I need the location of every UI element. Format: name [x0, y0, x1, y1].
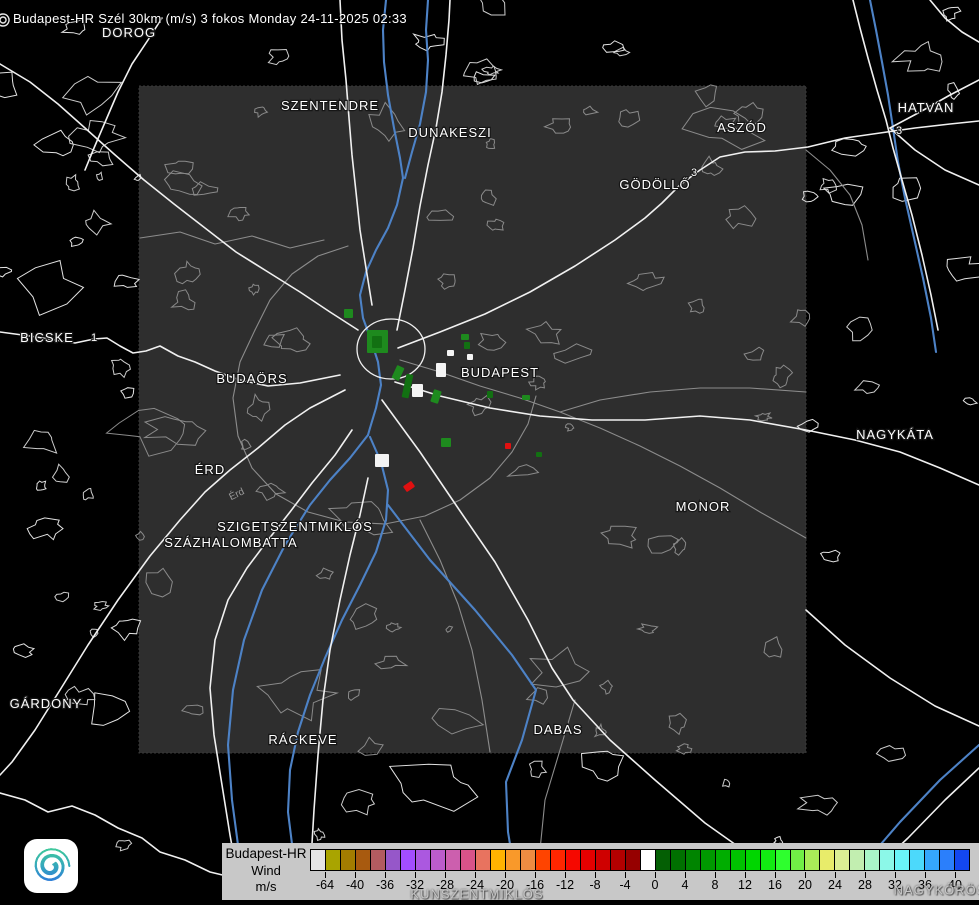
- legend-color-cell: [461, 850, 476, 870]
- city-label-dabas: DABAS: [533, 722, 582, 737]
- legend-color-cell: [880, 850, 895, 870]
- legend-color-cell: [940, 850, 955, 870]
- radar-echo: [487, 391, 493, 398]
- rainviewer-logo[interactable]: [24, 839, 78, 893]
- legend-color-cell: [731, 850, 746, 870]
- radar-echo: [441, 438, 451, 447]
- city-label-gárdony: GÁRDONY: [10, 696, 83, 711]
- city-label-dorog: DOROG: [102, 25, 156, 40]
- city-label-hatvan: HATVAN: [898, 100, 955, 115]
- legend-color-cell: [536, 850, 551, 870]
- legend-color-cell: [311, 850, 326, 870]
- legend-color-cell: [761, 850, 776, 870]
- legend-product-label: Budapest-HR: [222, 846, 310, 863]
- legend-color-cell: [895, 850, 910, 870]
- legend-color-cell: [416, 850, 431, 870]
- legend-color-cell: [371, 850, 386, 870]
- legend-color-cell: [431, 850, 446, 870]
- road-number-label: 3: [896, 125, 902, 137]
- legend-color-cell: [386, 850, 401, 870]
- legend-color-cell: [566, 850, 581, 870]
- legend-color-cell: [641, 850, 656, 870]
- legend-color-cell: [791, 850, 806, 870]
- legend-color-cell: [506, 850, 521, 870]
- city-label-szentendre: SZENTENDRE: [281, 98, 379, 113]
- city-label-érd: ÉRD: [195, 462, 225, 477]
- legend-color-cell: [746, 850, 761, 870]
- legend-color-cell: [611, 850, 626, 870]
- city-label-ráckeve: RÁCKEVE: [268, 732, 337, 747]
- legend-color-cell: [686, 850, 701, 870]
- legend-color-cell: [446, 850, 461, 870]
- legend-color-cell: [491, 850, 506, 870]
- radar-echo: [412, 384, 423, 397]
- legend-color-cell: [776, 850, 791, 870]
- legend-tick-label: 40: [933, 878, 977, 892]
- radar-echo: [522, 395, 530, 400]
- legend-color-cell: [805, 850, 820, 870]
- city-label-aszód: ASZÓD: [717, 120, 767, 135]
- legend-color-cell: [521, 850, 536, 870]
- page-title: Budapest-HR Szél 30km (m/s) 3 fokos Mond…: [13, 11, 407, 26]
- road-number-label: 3: [691, 167, 697, 179]
- legend-color-cell: [656, 850, 671, 870]
- city-label-százhalombatta: SZÁZHALOMBATTA: [164, 535, 297, 550]
- legend-color-cell: [476, 850, 491, 870]
- legend-colorbar: [310, 849, 970, 871]
- radar-echo: [344, 309, 353, 318]
- legend-color-cell: [910, 850, 925, 870]
- legend-color-cell: [581, 850, 596, 870]
- radar-echo: [536, 452, 542, 457]
- legend-quantity-label: Wind: [222, 863, 310, 879]
- radar-echo: [372, 336, 382, 348]
- road-number-label: 1: [91, 332, 97, 344]
- city-label-bicske: BICSKE: [20, 330, 74, 345]
- city-label-dunakeszi: DUNAKESZI: [408, 125, 491, 140]
- legend-color-cell: [835, 850, 850, 870]
- radar-map-canvas[interactable]: DOROG SZENTENDRE DUNAKESZI ASZÓD HATVAN GÖDÖL…: [0, 0, 979, 900]
- legend-color-cell: [820, 850, 835, 870]
- legend-color-cell: [356, 850, 371, 870]
- legend-unit-label: m/s: [222, 879, 310, 895]
- radar-echo: [375, 454, 389, 467]
- legend-color-cell: [955, 850, 969, 870]
- radar-echo: [461, 334, 469, 340]
- legend-text-column: Budapest-HR Wind m/s: [222, 846, 310, 895]
- legend-color-cell: [701, 850, 716, 870]
- legend-color-cell: [626, 850, 641, 870]
- city-label-budapest: BUDAPEST: [461, 365, 539, 380]
- city-label-szigetszentmiklós: SZIGETSZENTMIKLÓS: [217, 519, 373, 534]
- legend-color-cell: [326, 850, 341, 870]
- radar-echo: [505, 443, 511, 449]
- legend-panel: Budapest-HR Wind m/s -64-40-36-32-28-24-…: [222, 843, 979, 900]
- legend-color-cell: [865, 850, 880, 870]
- legend-color-cell: [341, 850, 356, 870]
- radar-echo: [464, 342, 470, 349]
- swirl-icon: [24, 839, 78, 893]
- legend-color-cell: [551, 850, 566, 870]
- legend-color-cell: [671, 850, 686, 870]
- app-icon-partial: [0, 12, 12, 28]
- city-label-nagykáta: NAGYKÁTA: [856, 427, 934, 442]
- legend-color-cell: [401, 850, 416, 870]
- radar-echo: [436, 363, 446, 377]
- city-label-monor: MONOR: [676, 499, 731, 514]
- legend-color-cell: [850, 850, 865, 870]
- map-svg: DOROG SZENTENDRE DUNAKESZI ASZÓD HATVAN GÖDÖL…: [0, 0, 979, 900]
- radar-echo: [467, 354, 473, 360]
- legend-color-cell: [716, 850, 731, 870]
- legend-color-cell: [596, 850, 611, 870]
- city-label-gödöllő: GÖDÖLLŐ: [619, 177, 690, 192]
- radar-echo: [447, 350, 454, 356]
- city-label-budaörs: BUDAÖRS: [216, 371, 287, 386]
- legend-color-cell: [925, 850, 940, 870]
